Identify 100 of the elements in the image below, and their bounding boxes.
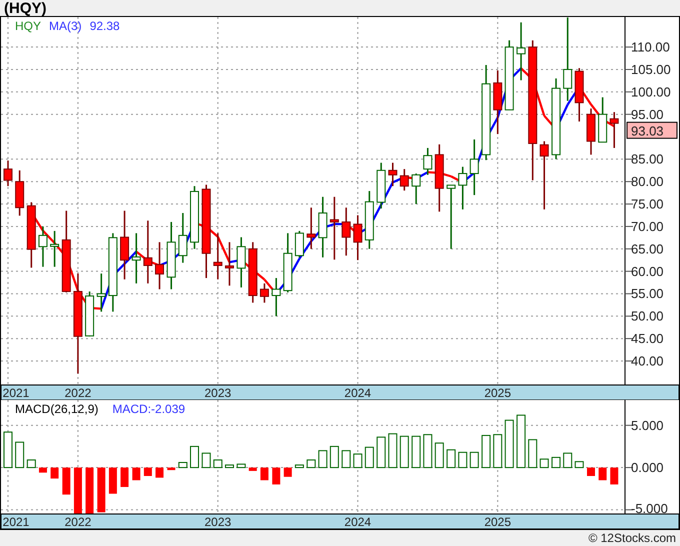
moving-average-segment [298,240,312,260]
candlestick [166,222,176,290]
histogram-bar [353,454,362,468]
histogram-bar [528,439,538,468]
legend-label: MACD(26,12,9) [15,402,98,416]
candlestick [423,148,432,175]
axis-tick [624,316,634,317]
histogram-bar [563,452,572,468]
histogram-bar [423,434,432,468]
histogram-bar [50,468,59,479]
candlestick [155,242,164,290]
candlestick [190,186,199,249]
histogram-bar [144,468,152,476]
candlestick [574,68,584,122]
axis-label: 65.00 [631,241,664,256]
axis-label: 45.00 [631,331,664,346]
histogram-bar [248,468,257,471]
histogram-bar [284,468,292,477]
axis-tick [624,204,634,205]
candlestick [272,278,281,316]
histogram-bar [167,468,176,470]
candlestick [540,141,549,210]
histogram-bar [412,436,421,468]
histogram-bar [294,464,304,468]
histogram-bar [62,468,70,495]
histogram-bar [190,446,199,468]
candlestick [388,162,398,186]
histogram-bar [272,468,280,484]
axis-tick [624,68,634,70]
candlestick [610,112,619,148]
axis-label: 80.00 [631,174,664,190]
axis-label: 40.00 [631,354,664,368]
year-label: 2023 [204,515,232,529]
histogram-bar [120,468,129,487]
axis-label: 60.00 [631,264,664,279]
axis-tick [624,248,634,250]
histogram-bar [552,456,561,468]
histogram-bar [306,459,316,468]
year-label: 2025 [484,515,512,529]
candlestick [364,191,374,249]
axis-label: 110.00 [631,40,670,55]
candlestick [470,139,479,196]
axis-tick [624,91,634,92]
year-label: 2023 [204,386,232,400]
axis-tick [624,181,634,182]
candlestick [446,184,456,249]
axis-tick [624,338,634,340]
candlestick [306,208,316,249]
histogram-bar [132,468,140,480]
histogram-bar [458,452,468,468]
histogram-bar [74,468,82,514]
histogram-bar [318,450,328,468]
legend-label: MACD:-2.039 [112,402,186,416]
histogram-bar [342,450,351,468]
histogram-bar [388,433,398,468]
candlestick [96,274,106,312]
histogram-bar [86,468,94,514]
axis-label: 0.000 [631,460,664,476]
axis-label: 100.00 [631,84,671,100]
axis-tick [624,226,634,227]
histogram-bar [610,468,618,484]
year-label: 2024 [344,386,372,400]
histogram-bar [504,420,514,468]
candlestick [85,291,94,336]
axis-label: 50.00 [631,308,664,324]
candlestick [294,230,304,258]
candlestick [376,162,386,208]
legend-label: MA(3) [49,19,82,33]
histogram-bar [364,446,374,468]
candlestick [248,242,258,303]
histogram-bar [446,449,456,468]
candlestick [516,22,526,80]
axis-label: 55.00 [631,286,664,302]
histogram-bar [598,468,607,480]
histogram-bar [493,434,502,468]
axis-tick [624,270,634,272]
histogram-bar [482,434,491,468]
candlestick [260,283,269,303]
histogram-bar [26,459,36,468]
candlestick [120,210,130,280]
candlestick [236,237,246,288]
histogram-bar [156,468,164,478]
symbol-title: (HQY) [4,0,46,16]
legend-label: 92.38 [90,19,120,33]
candlestick [586,108,596,155]
axis-tick [624,158,634,160]
candlestick [213,233,222,280]
histogram-bar [516,414,526,468]
year-label: 2025 [484,386,512,400]
histogram-bar [330,446,339,468]
candlestick [283,233,292,292]
axis-label: 105.00 [631,62,671,77]
candlestick [412,174,421,204]
candlestick [458,166,468,210]
year-label: 2021 [2,515,30,529]
histogram-bar [470,452,479,468]
histogram-bar [236,464,246,468]
candlestick [50,230,60,267]
candlestick [178,213,188,263]
histogram-bar [574,461,584,468]
